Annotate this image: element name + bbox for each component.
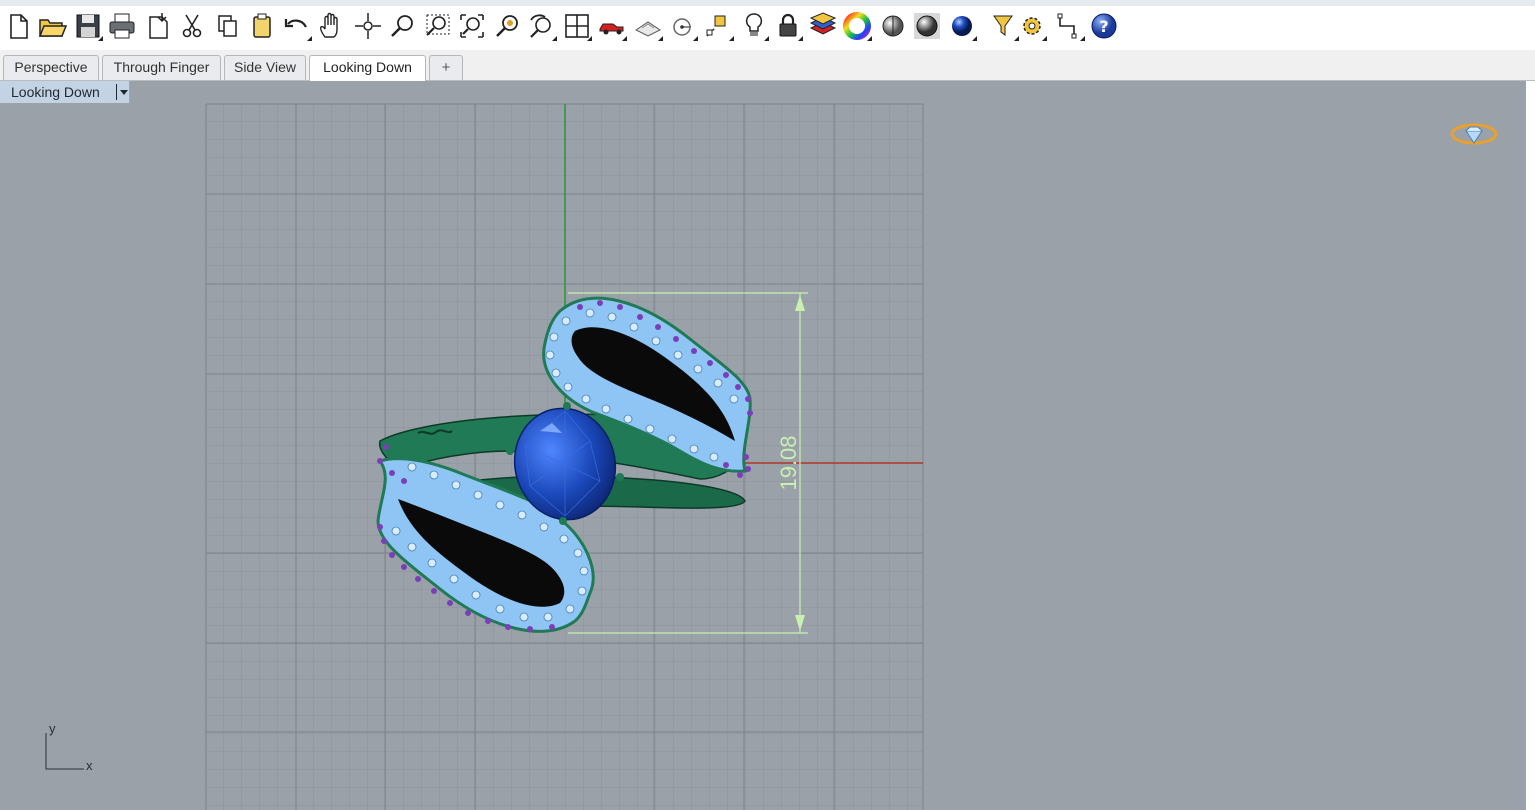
snap-icon[interactable] [703, 10, 735, 42]
axis-orientation-widget: y x [38, 721, 108, 781]
zoom-extents-icon[interactable] [456, 10, 488, 42]
car-icon[interactable] [596, 10, 628, 42]
tab-label: Through Finger [113, 59, 210, 75]
dimension-icon[interactable] [1054, 10, 1086, 42]
tab-perspective[interactable]: Perspective [3, 55, 99, 80]
tab-looking-down[interactable]: Looking Down [309, 55, 426, 81]
copy-icon[interactable] [211, 10, 243, 42]
new-file-icon[interactable] [2, 10, 34, 42]
viewport-right-border [1526, 81, 1535, 810]
viewport-title-text: Looking Down [11, 84, 100, 100]
tab-label: Looking Down [323, 59, 412, 75]
plus-icon: + [441, 59, 451, 76]
rendered-sphere-icon[interactable] [911, 10, 943, 42]
light-bulb-icon[interactable] [738, 10, 770, 42]
viewport-tab-bar: Perspective Through Finger Side View Loo… [0, 50, 1535, 81]
zoom-icon[interactable] [387, 10, 419, 42]
y-axis-label: y [49, 721, 56, 736]
rotate-view-icon[interactable] [352, 10, 384, 42]
render-sphere-blue-icon[interactable] [946, 10, 978, 42]
zoom-selected-icon[interactable] [492, 10, 524, 42]
tab-side-view[interactable]: Side View [224, 55, 306, 80]
navigation-gem-icon[interactable] [1448, 117, 1500, 151]
undo-icon[interactable] [281, 10, 313, 42]
shaded-sphere-icon[interactable] [877, 10, 909, 42]
x-axis-label: x [86, 758, 93, 773]
rhino-window: ? Perspective Through Finger Side View L… [0, 0, 1535, 810]
viewport-layout-icon[interactable] [561, 10, 593, 42]
chevron-down-icon[interactable] [116, 84, 129, 100]
tab-label: Perspective [14, 59, 88, 75]
svg-text:?: ? [1099, 17, 1108, 36]
help-icon[interactable]: ? [1088, 10, 1120, 42]
add-viewport-tab-button[interactable]: + [429, 55, 463, 80]
viewport-title[interactable]: Looking Down [0, 81, 130, 103]
color-wheel-icon[interactable] [841, 10, 873, 42]
tab-label: Side View [233, 59, 296, 75]
dimension-value: 19.08 [776, 435, 801, 490]
undo-view-icon[interactable] [526, 10, 558, 42]
plane-icon[interactable] [632, 10, 664, 42]
pan-hand-icon[interactable] [315, 10, 347, 42]
zoom-window-icon[interactable] [421, 10, 453, 42]
save-icon[interactable] [72, 10, 104, 42]
lock-icon[interactable] [772, 10, 804, 42]
standard-toolbar: ? [0, 0, 1535, 50]
gear-icon[interactable] [1016, 10, 1048, 42]
print-icon[interactable] [106, 10, 138, 42]
open-folder-icon[interactable] [36, 10, 68, 42]
point-icon[interactable] [667, 10, 699, 42]
viewport-canvas: 19.08 [205, 103, 924, 810]
paste-icon[interactable] [246, 10, 278, 42]
viewport-looking-down[interactable]: 19.08 Looking Down y x [0, 81, 1535, 810]
layer-icon[interactable] [807, 10, 839, 42]
cut-icon[interactable] [176, 10, 208, 42]
import-icon[interactable] [142, 10, 174, 42]
tab-through-finger[interactable]: Through Finger [102, 55, 221, 80]
